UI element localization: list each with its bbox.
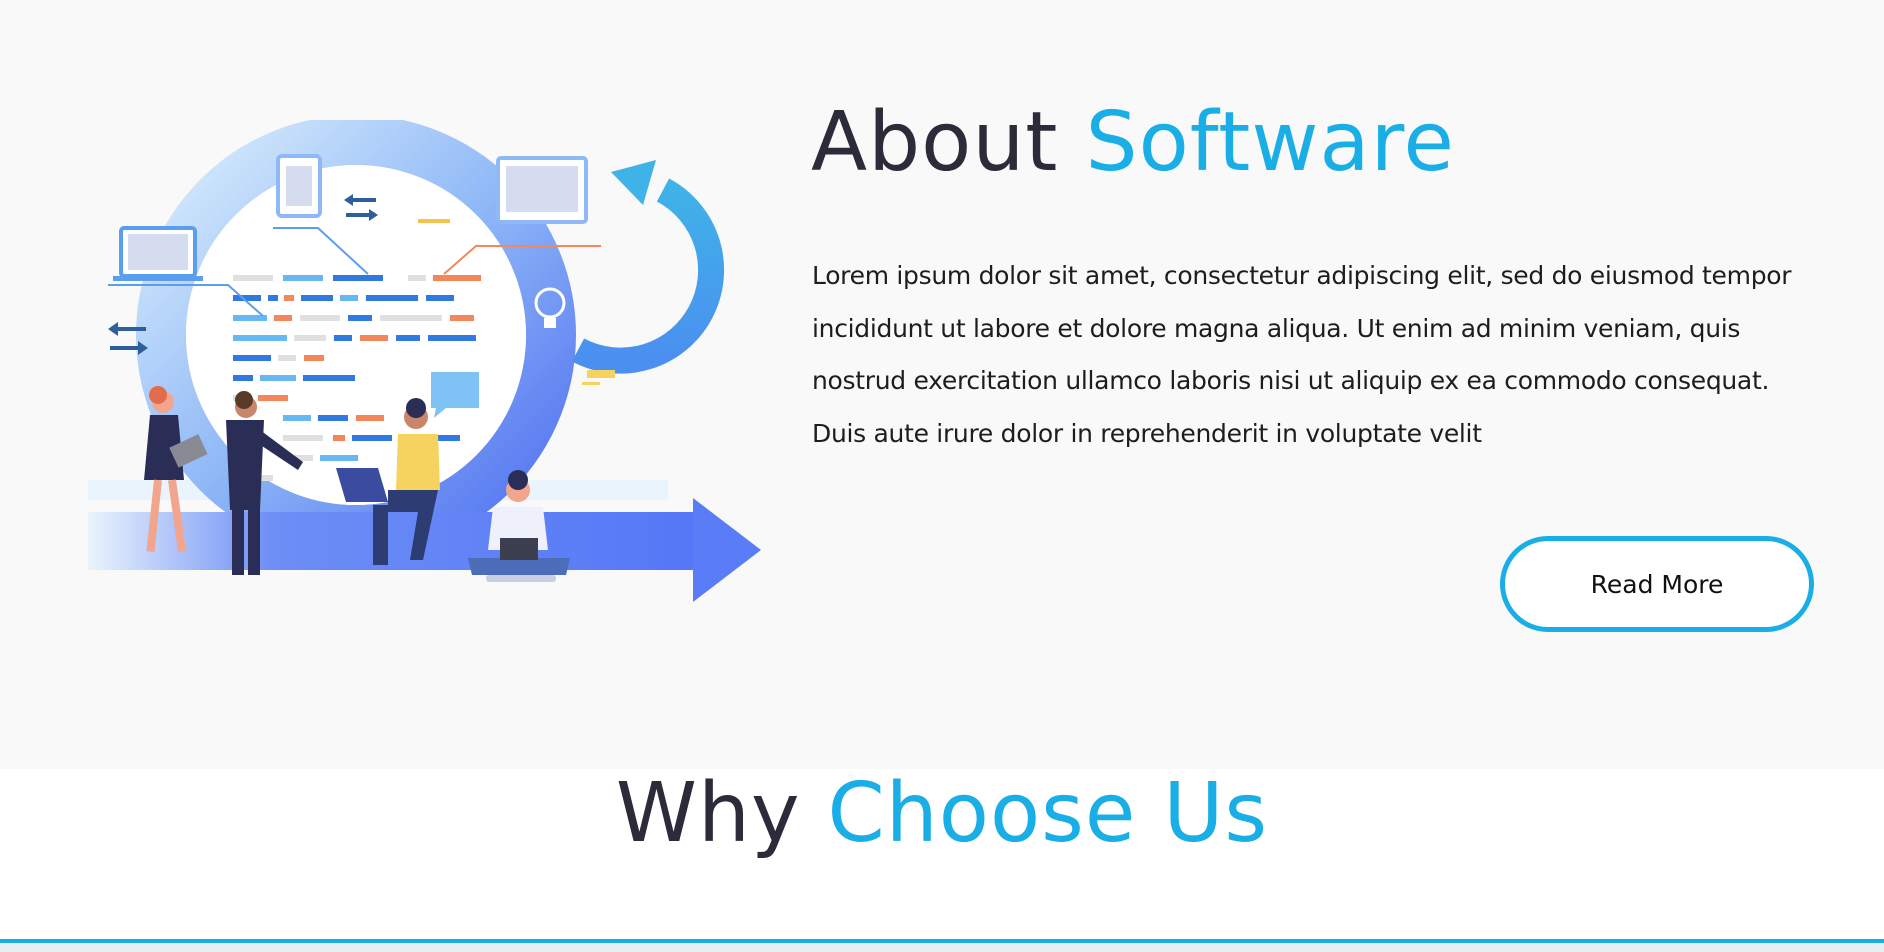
software-development-team-illustration (88, 120, 761, 602)
about-title: About Software (811, 95, 1455, 190)
why-choose-us-section: Why Choose Us (0, 766, 1884, 939)
read-more-button[interactable]: Read More (1500, 536, 1814, 632)
about-title-accent: Software (1085, 95, 1455, 190)
why-choose-us-title: Why Choose Us (0, 766, 1884, 861)
about-title-plain: About (811, 95, 1059, 190)
why-title-accent: Choose Us (827, 766, 1269, 861)
about-description: Lorem ipsum dolor sit amet, consectetur … (812, 261, 1792, 448)
about-section: About Software Lorem ipsum dolor sit ame… (0, 0, 1884, 769)
next-section-top-edge (0, 939, 1884, 952)
why-title-plain: Why (615, 766, 801, 861)
